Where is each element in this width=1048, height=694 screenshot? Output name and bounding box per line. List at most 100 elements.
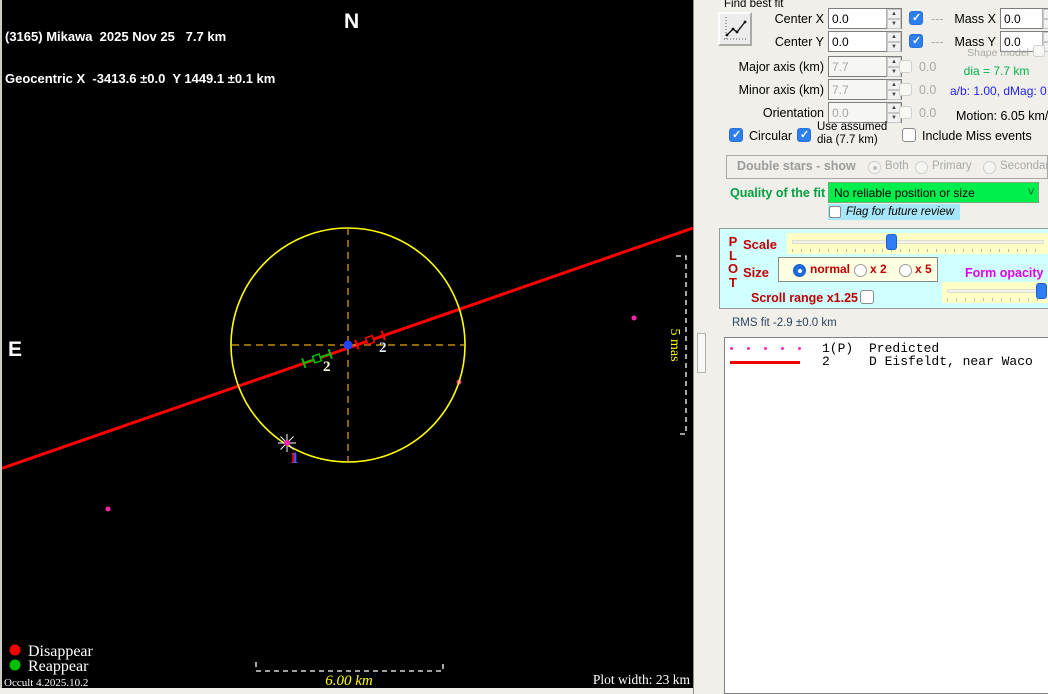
double-stars-secondary-radio[interactable] xyxy=(983,161,996,174)
minor-axis-err: 0.0 xyxy=(919,83,936,97)
reappear-legend-label: Reappear xyxy=(28,658,89,675)
scale-slider-ticks xyxy=(792,249,1044,252)
find-best-fit-label: Find best fit xyxy=(724,0,783,10)
station-row-text: 2D Eisfeldt, near Waco xyxy=(822,354,1033,369)
mass-x-spinner[interactable] xyxy=(1042,9,1048,28)
size-x5-radio[interactable] xyxy=(899,264,912,277)
diameter-info-label: dia = 7.7 km xyxy=(944,64,1048,78)
form-opacity-slider-thumb[interactable] xyxy=(1036,283,1047,299)
center-y-input[interactable]: 0.0 xyxy=(828,31,902,52)
scale-slider-thumb[interactable] xyxy=(886,234,897,250)
motion-info-label: Motion: 6.05 km/s xyxy=(956,109,1048,123)
plot-letter-t: T xyxy=(726,276,740,290)
flag-review-checkbox[interactable] xyxy=(829,206,841,218)
scale-label: Scale xyxy=(743,237,777,252)
shape-model-checkbox[interactable] xyxy=(1033,45,1045,57)
form-opacity-slider[interactable] xyxy=(942,282,1048,303)
predicted-point-label: 1 xyxy=(291,450,299,467)
center-x-checkbox[interactable] xyxy=(909,11,923,25)
center-x-value[interactable]: 0.0 xyxy=(829,9,886,28)
plot-width-label: Plot width: 23 km xyxy=(593,672,691,687)
shape-model-label: Shape model xyxy=(924,47,1029,59)
predicted-track-swatch xyxy=(730,347,805,351)
reappear-legend-icon xyxy=(10,660,21,671)
fitted-center-dot xyxy=(344,341,353,350)
minor-axis-checkbox xyxy=(899,83,912,96)
scroll-range-label: Scroll range x1.25 xyxy=(751,291,858,305)
size-label: Size xyxy=(743,265,769,280)
major-axis-value: 7.7 xyxy=(829,57,886,76)
north-direction-label: N xyxy=(344,10,359,34)
double-stars-label: Double stars - show xyxy=(737,159,856,173)
plot-letter-p: P xyxy=(726,235,740,249)
mass-x-label: Mass X xyxy=(952,12,996,26)
major-axis-input: 7.7 xyxy=(828,56,902,77)
center-x-linked-label: --- xyxy=(931,12,944,26)
station2-d-label: 2 xyxy=(379,340,387,356)
station2-r-label: 2 xyxy=(323,359,331,375)
orientation-err: 0.0 xyxy=(919,106,936,120)
center-y-label: Center Y xyxy=(732,35,824,49)
mass-x-input[interactable]: 0.0 xyxy=(1000,8,1048,29)
size-x2-radio[interactable] xyxy=(854,264,867,277)
station-name: D Eisfeldt, near Waco xyxy=(869,354,1033,369)
size-normal-radio[interactable] xyxy=(793,264,806,277)
center-y-checkbox[interactable] xyxy=(909,34,923,48)
east-direction-label: E xyxy=(8,338,22,362)
flag-review-label: Flag for future review xyxy=(846,206,954,218)
plot-letter-o: O xyxy=(726,262,740,276)
double-stars-primary-radio[interactable] xyxy=(915,161,928,174)
minor-axis-input: 7.7 xyxy=(828,79,902,100)
include-miss-events-checkbox[interactable] xyxy=(902,128,916,142)
window-edge xyxy=(0,0,2,688)
panel-scrollbar-fragment[interactable] xyxy=(697,333,706,373)
minor-axis-label: Minor axis (km) xyxy=(722,83,824,97)
use-assumed-dia-checkbox[interactable] xyxy=(797,128,811,142)
center-x-spinner[interactable] xyxy=(886,9,901,28)
use-assumed-label-line1: Use assumed xyxy=(817,121,887,133)
double-stars-both-radio[interactable] xyxy=(868,161,881,174)
predicted-path-dot xyxy=(632,316,637,321)
app-version-label: Occult 4.2025.10.2 xyxy=(4,677,88,688)
occultation-plot-canvas[interactable]: 2 2 1 1 5 mas 6 xyxy=(0,0,693,688)
chevron-down-icon xyxy=(1027,184,1035,199)
circular-label: Circular xyxy=(749,129,792,143)
occult-plot-window: 2 2 1 1 5 mas 6 xyxy=(0,0,1048,694)
plot-vertical-title: P L O T xyxy=(726,235,740,289)
quality-of-fit-dropdown[interactable]: No reliable position or size xyxy=(828,182,1039,203)
double-stars-secondary-label: Secondary xyxy=(1000,160,1048,172)
predicted-path-dot xyxy=(106,507,111,512)
include-miss-events-label: Include Miss events xyxy=(922,129,1032,143)
station-list[interactable]: 1(P)Predicted 2D Eisfeldt, near Waco xyxy=(724,337,1048,694)
axis-ratio-info-label: a/b: 1.00, dMag: 0.0 xyxy=(950,84,1048,98)
size-x5-label: x 5 xyxy=(915,262,932,276)
major-axis-err: 0.0 xyxy=(919,60,936,74)
form-opacity-slider-groove xyxy=(947,289,1044,293)
scroll-range-checkbox[interactable] xyxy=(860,290,874,304)
quality-of-fit-label: Quality of the fit xyxy=(730,186,825,200)
circular-checkbox[interactable] xyxy=(729,128,743,142)
center-y-spinner[interactable] xyxy=(886,32,901,51)
plot-title: (3165) Mikawa 2025 Nov 25 7.7 km Geocent… xyxy=(5,2,275,114)
orientation-input: 0.0 xyxy=(828,102,902,123)
scale-slider[interactable] xyxy=(787,233,1048,254)
major-axis-checkbox xyxy=(899,60,912,73)
major-axis-label: Major axis (km) xyxy=(722,60,824,74)
station-id: 2 xyxy=(822,354,869,369)
center-x-label: Center X xyxy=(732,12,824,26)
mass-x-value[interactable]: 0.0 xyxy=(1001,9,1042,28)
plot-title-line2: Geocentric X -3413.6 ±0.0 Y 1449.1 ±0.1 … xyxy=(5,72,275,86)
orientation-label: Orientation xyxy=(722,106,824,120)
station2-track-swatch xyxy=(730,361,800,364)
horizontal-scale-bracket xyxy=(256,662,443,671)
center-y-value[interactable]: 0.0 xyxy=(829,32,886,51)
center-x-input[interactable]: 0.0 xyxy=(828,8,902,29)
double-stars-both-label: Both xyxy=(885,160,909,172)
use-assumed-label-line2: dia (7.7 km) xyxy=(817,134,878,146)
form-opacity-slider-ticks xyxy=(947,298,1044,301)
horizontal-scale-label: 6.00 km xyxy=(325,673,373,688)
vertical-scale-label: 5 mas xyxy=(667,328,682,361)
size-normal-label: normal xyxy=(810,262,850,276)
size-radio-group: normal x 2 x 5 xyxy=(778,257,938,282)
quality-of-fit-value: No reliable position or size xyxy=(834,186,975,200)
